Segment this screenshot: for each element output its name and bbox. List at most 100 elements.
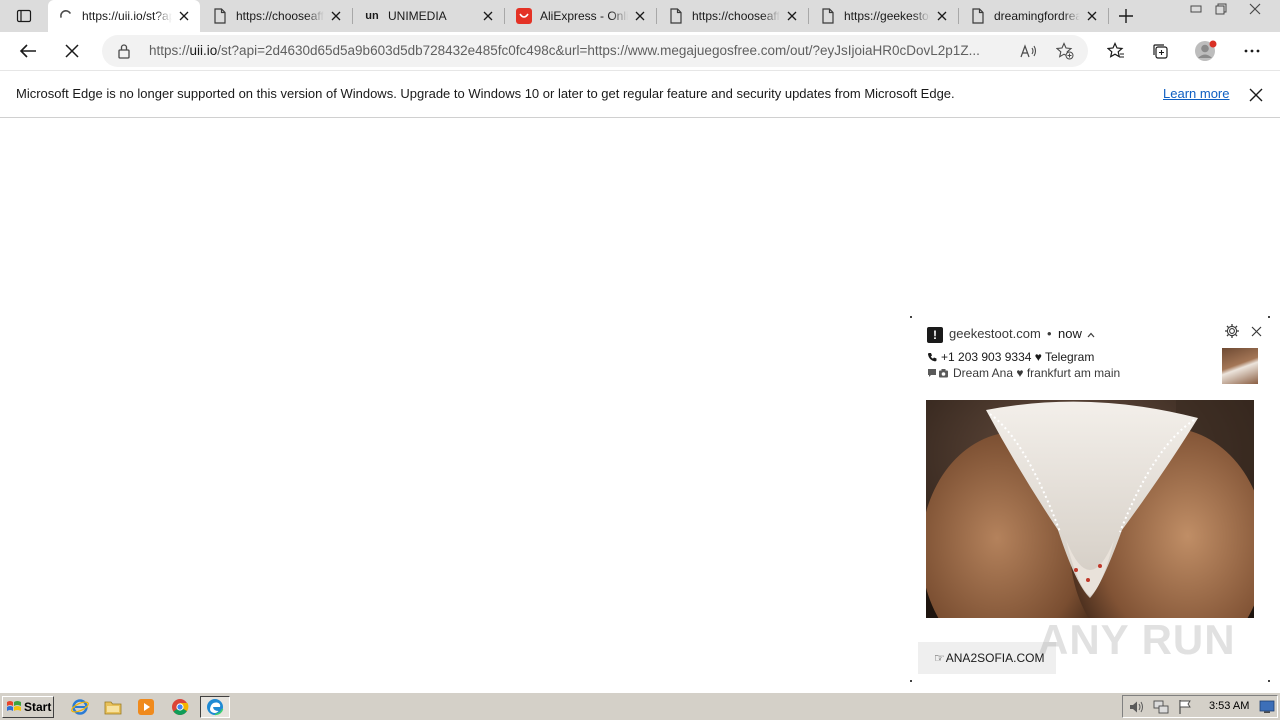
watermark-text: ANY RUN [1038,616,1236,663]
url-path: /st?api=2d4630d65d5a9b603d5db728432e485f… [217,43,980,58]
settings-more-button[interactable] [1237,37,1267,65]
notification-hero-image[interactable] [926,400,1254,618]
media-player-button[interactable] [134,696,158,718]
new-tab-button[interactable] [1114,4,1138,28]
tab-3[interactable]: AliExpress - Online Shopping [506,0,656,32]
notification-action-button[interactable]: ☞ ANA2SOFIA.COM [918,642,1056,674]
tab-close-icon[interactable] [1084,8,1100,24]
close-icon [1249,88,1263,102]
internet-explorer-button[interactable] [68,696,92,718]
infobar-message: Microsoft Edge is no longer supported on… [16,86,955,101]
tab-0[interactable]: https://uii.io/st?api=2d4630d65d5a9b603d… [48,0,200,32]
unsupported-os-infobar: Microsoft Edge is no longer supported on… [0,71,1280,118]
tab-close-icon[interactable] [632,8,648,24]
collections-button[interactable] [1145,37,1175,65]
gear-icon[interactable] [1222,321,1242,341]
read-aloud-icon[interactable] [1018,41,1040,61]
tab-separator [1108,8,1109,24]
notification-close-button[interactable] [1246,321,1266,341]
taskbar: Start 3:53 AM [0,692,1280,720]
windows-flag-icon [6,699,22,715]
tab-2[interactable]: un UNIMEDIA [354,0,504,32]
toolbar: https://uii.io/st?api=2d4630d65d5a9b603d… [0,32,1280,71]
tab-separator [656,8,657,24]
plus-icon [1119,9,1133,23]
collections-icon [1153,44,1168,59]
notification-site: geekestoot.com [949,326,1041,341]
restore-button[interactable] [1208,0,1234,18]
tab-title: dreamingfordreams [994,9,1080,23]
back-arrow-icon [19,44,36,58]
tab-actions-icon [16,9,32,23]
tab-close-icon[interactable] [176,8,192,24]
tab-separator [808,8,809,24]
tab-6[interactable]: dreamingfordreams [960,0,1108,32]
loading-spinner-icon [58,8,74,24]
back-button[interactable] [13,37,43,65]
file-explorer-button[interactable] [101,696,125,718]
url-host: uii.io [189,43,218,58]
notification-text-line-2: Dream Ana ♥ frankfurt am main [927,366,1120,380]
url-text[interactable]: https://uii.io/st?api=2d4630d65d5a9b603d… [149,43,1014,58]
page-icon [970,8,986,24]
minimize-button[interactable] [1183,0,1209,18]
chat-camera-icon [928,369,948,378]
notification-time: now [1058,326,1082,341]
tab-5[interactable]: https://geekestoot.com [810,0,958,32]
notification-corner [910,316,912,318]
favorites-star-icon [1107,42,1124,58]
tab-separator [504,8,505,24]
tab-4[interactable]: https://chooseaffordable [658,0,808,32]
tab-title: UNIMEDIA [388,9,447,23]
page-icon [668,8,684,24]
tab-title: https://chooseaffordable [692,9,780,23]
avatar [1195,40,1217,61]
tab-close-icon[interactable] [934,8,950,24]
tab-separator [958,8,959,24]
stop-loading-button[interactable] [57,37,87,65]
page-icon [820,8,836,24]
notification-corner [910,680,912,682]
add-favorite-icon[interactable] [1054,41,1076,61]
close-icon [1249,3,1261,15]
taskbar-clock[interactable]: 3:53 AM [1209,700,1249,712]
tab-title: https://geekestoot.com [844,9,930,23]
profile-button[interactable] [1191,37,1221,65]
url-prefix: https:// [149,43,190,58]
address-bar[interactable]: https://uii.io/st?api=2d4630d65d5a9b603d… [102,35,1088,67]
notification-corner [1268,680,1270,682]
chevron-up-icon[interactable] [1086,330,1096,340]
folder-icon [104,701,122,715]
show-desktop-icon[interactable] [1259,699,1275,715]
close-icon [1251,326,1261,336]
start-label: Start [24,700,52,714]
chrome-button[interactable] [168,696,192,718]
start-button[interactable]: Start [2,696,54,718]
tab-strip: https://uii.io/st?api=2d4630d65d5a9b603d… [0,0,1280,32]
infobar-close-button[interactable] [1246,85,1266,105]
tab-close-icon[interactable] [480,8,496,24]
tab-title: https://uii.io/st?api=2d4630d65d5a9b603d… [82,9,172,23]
action-center-flag-icon[interactable] [1177,699,1193,715]
edge-button[interactable] [200,696,230,718]
stop-icon [65,44,79,58]
tab-1[interactable]: https://chooseaffordable [202,0,352,32]
aliexpress-icon [516,8,532,24]
page-icon [212,8,228,24]
tab-close-icon[interactable] [784,8,800,24]
tab-close-icon[interactable] [328,8,344,24]
lock-icon[interactable] [116,43,132,59]
volume-icon[interactable] [1129,699,1145,715]
network-icon[interactable] [1153,699,1169,715]
notification-text-line-1: +1 203 903 9334 ♥ Telegram [927,350,1094,364]
more-dots-icon [1244,49,1260,53]
notification-source-icon: ! [927,327,943,343]
notification-action-label: ANA2SOFIA.COM [945,651,1045,665]
tab-actions-button[interactable] [10,6,38,26]
favorites-button[interactable] [1101,37,1131,65]
window-close-button[interactable] [1242,0,1268,18]
notification-thumbnail [1222,348,1258,384]
tab-separator [352,8,353,24]
learn-more-link[interactable]: Learn more [1163,86,1229,101]
restore-icon [1215,3,1227,15]
